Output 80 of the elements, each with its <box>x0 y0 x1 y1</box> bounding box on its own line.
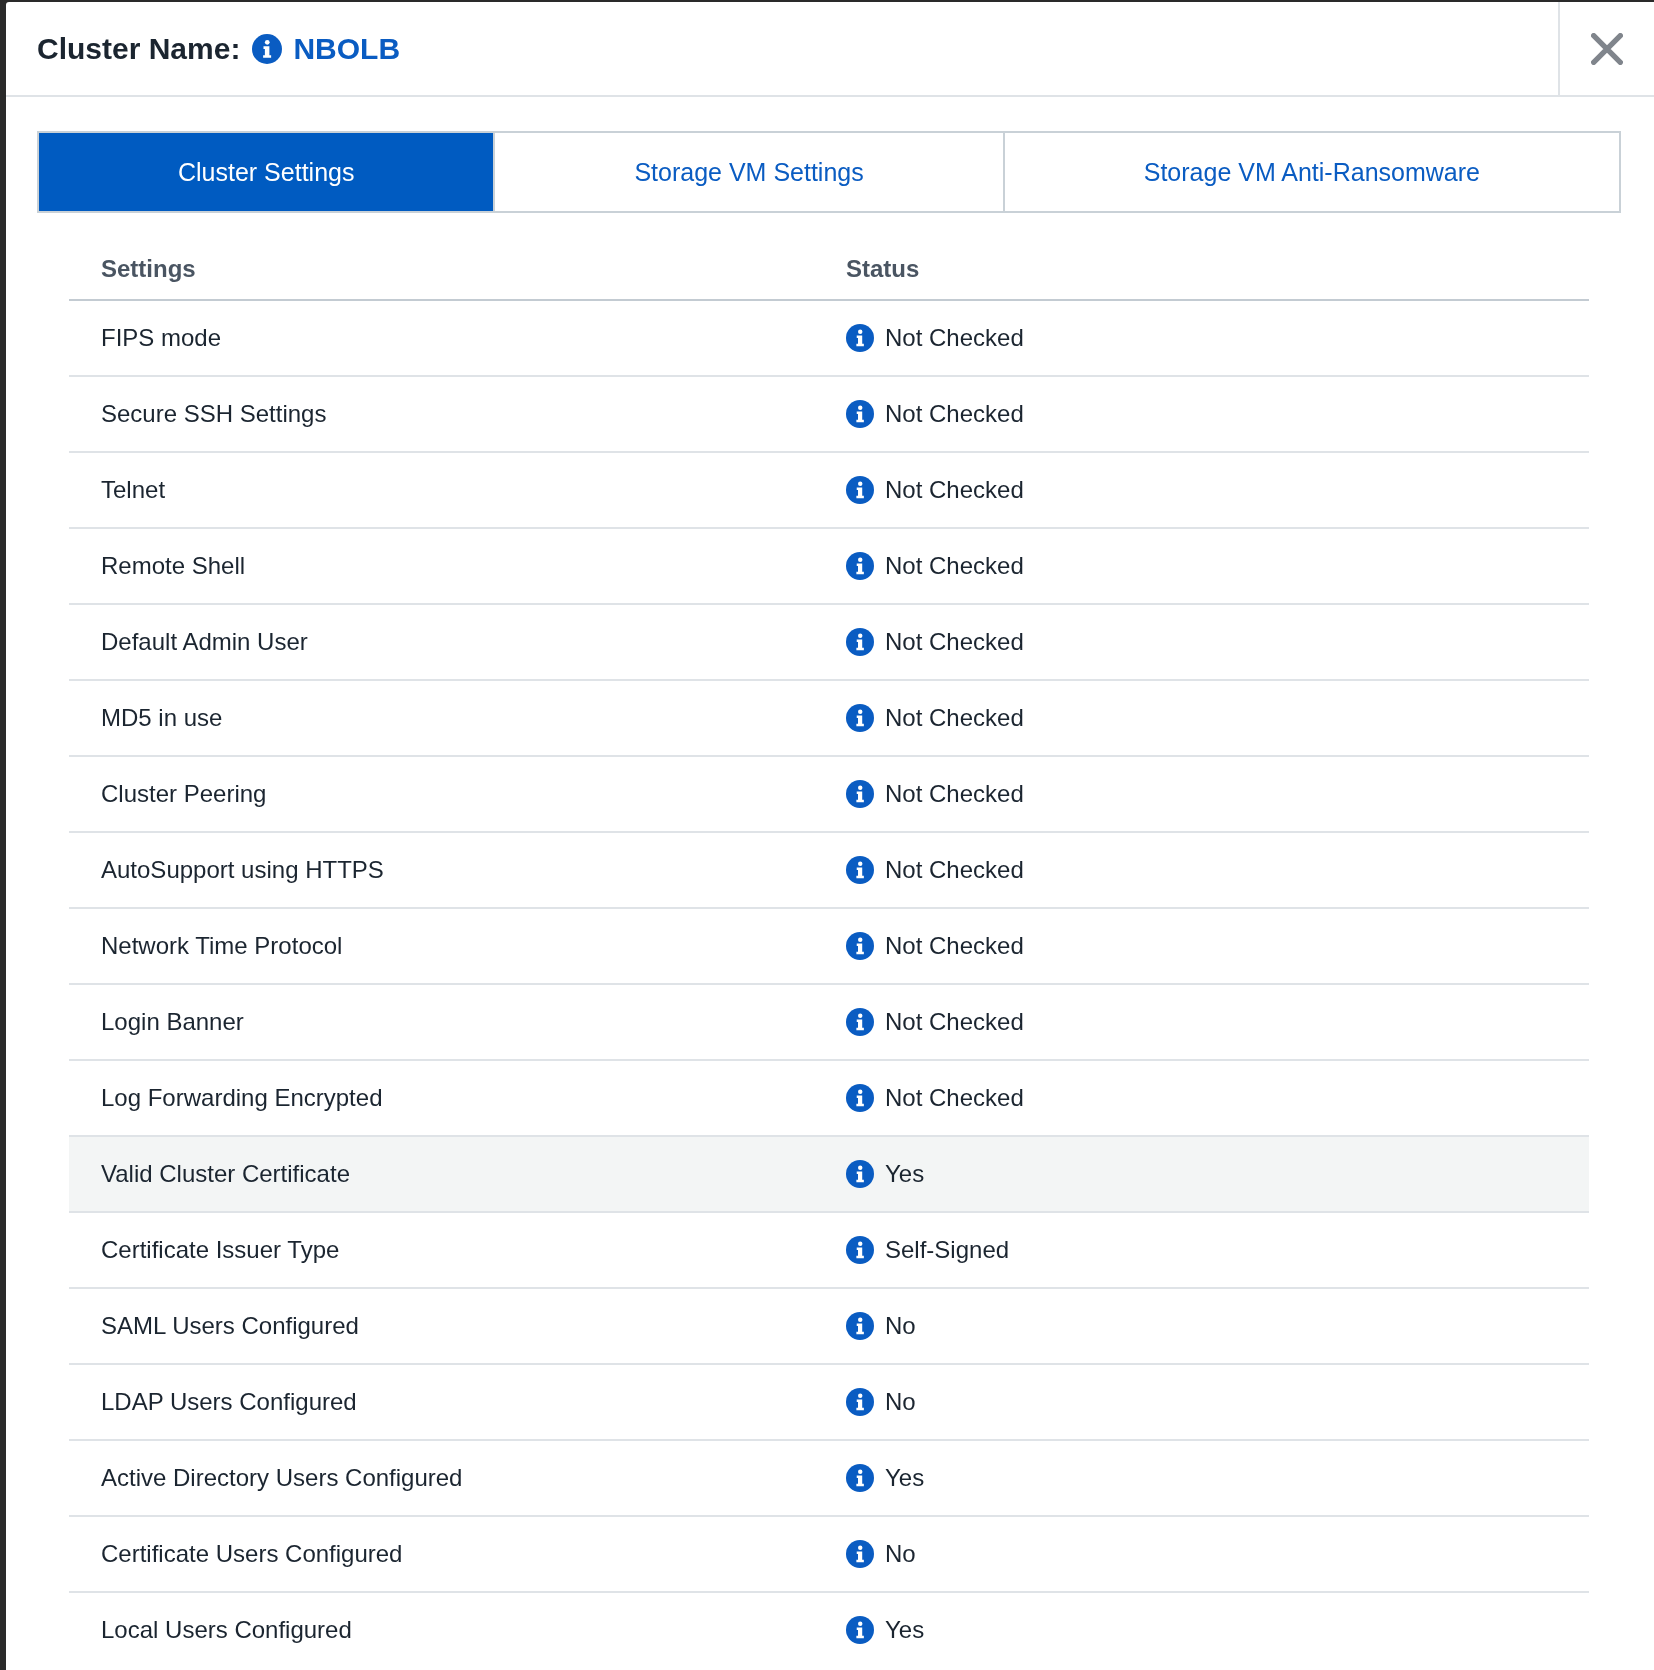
status-value: Yes <box>885 1615 925 1645</box>
setting-name: Login Banner <box>101 1008 244 1035</box>
table-row[interactable]: Default Admin User Not Checked <box>69 605 1589 681</box>
tab[interactable]: Storage VM Settings <box>495 131 1005 213</box>
dialog-title: Cluster Name: <box>37 31 241 66</box>
setting-name: Certificate Users Configured <box>101 1540 403 1567</box>
table-row[interactable]: Secure SSH Settings Not Checked <box>69 377 1589 453</box>
info-icon[interactable] <box>846 932 874 960</box>
setting-name: Local Users Configured <box>101 1616 352 1643</box>
table-row[interactable]: LDAP Users Configured No <box>69 1365 1589 1441</box>
status-value: No <box>885 1311 916 1341</box>
setting-name: Remote Shell <box>101 552 246 579</box>
status-value: Not Checked <box>885 323 1024 353</box>
status-value: Not Checked <box>885 855 1024 885</box>
info-icon[interactable] <box>846 1084 874 1112</box>
info-icon[interactable] <box>846 856 874 884</box>
table-row[interactable]: MD5 in use Not Checked <box>69 681 1589 757</box>
status-value: Yes <box>885 1463 925 1493</box>
info-icon[interactable] <box>846 552 874 580</box>
cluster-name-link[interactable]: NBOLB <box>293 31 401 66</box>
status-value: Not Checked <box>885 779 1024 809</box>
table-row[interactable]: Certificate Users Configured No <box>69 1517 1589 1593</box>
table-row[interactable]: Network Time Protocol Not Checked <box>69 909 1589 985</box>
status-value: Yes <box>885 1159 925 1189</box>
table-row[interactable]: AutoSupport using HTTPS Not Checked <box>69 833 1589 909</box>
info-icon[interactable] <box>846 1236 874 1264</box>
info-icon[interactable] <box>846 1540 874 1568</box>
info-icon[interactable] <box>846 1616 874 1644</box>
info-icon[interactable] <box>846 628 874 656</box>
status-value: Not Checked <box>885 1083 1024 1113</box>
table-row[interactable]: Remote Shell Not Checked <box>69 529 1589 605</box>
info-icon[interactable] <box>846 780 874 808</box>
status-value: Not Checked <box>885 703 1024 733</box>
status-value: Not Checked <box>885 931 1024 961</box>
table-row[interactable]: Cluster Peering Not Checked <box>69 757 1589 833</box>
setting-name: Valid Cluster Certificate <box>101 1160 350 1187</box>
info-icon[interactable] <box>846 324 874 352</box>
info-icon[interactable] <box>846 1464 874 1492</box>
info-icon[interactable] <box>846 1388 874 1416</box>
info-icon[interactable] <box>846 1312 874 1340</box>
setting-name: Default Admin User <box>101 628 308 655</box>
column-header: Status <box>846 255 920 282</box>
setting-name: Log Forwarding Encrypted <box>101 1084 383 1111</box>
setting-name: FIPS mode <box>101 324 222 351</box>
column-header: Settings <box>101 255 196 282</box>
status-value: Self-Signed <box>885 1235 1010 1265</box>
table-row[interactable]: SAML Users Configured No <box>69 1289 1589 1365</box>
setting-name: MD5 in use <box>101 704 223 731</box>
status-value: Not Checked <box>885 627 1024 657</box>
table-row[interactable]: Certificate Issuer Type Self-Signed <box>69 1213 1589 1289</box>
table-row[interactable]: Local Users Configured Yes <box>69 1593 1589 1646</box>
tab[interactable]: Storage VM Anti-Ransomware <box>1004 131 1621 213</box>
table-row[interactable]: FIPS mode Not Checked <box>69 301 1589 377</box>
info-icon[interactable] <box>846 1008 874 1036</box>
status-value: No <box>885 1539 916 1569</box>
setting-name: Active Directory Users Configured <box>101 1464 463 1491</box>
setting-name: Cluster Peering <box>101 780 267 807</box>
setting-name: Certificate Issuer Type <box>101 1236 340 1263</box>
setting-name: SAML Users Configured <box>101 1312 359 1339</box>
info-icon[interactable] <box>846 476 874 504</box>
setting-name: AutoSupport using HTTPS <box>101 856 384 883</box>
status-value: Not Checked <box>885 1007 1024 1037</box>
setting-name: Network Time Protocol <box>101 932 343 959</box>
info-icon[interactable] <box>252 33 283 64</box>
status-value: No <box>885 1387 916 1417</box>
status-value: Not Checked <box>885 475 1024 505</box>
table-row[interactable]: Active Directory Users Configured Yes <box>69 1441 1589 1517</box>
table-row[interactable]: Valid Cluster Certificate Yes <box>69 1137 1589 1213</box>
status-value: Not Checked <box>885 551 1024 581</box>
tab[interactable]: Cluster Settings <box>37 131 496 213</box>
info-icon[interactable] <box>846 1160 874 1188</box>
close-icon <box>1591 32 1623 65</box>
setting-name: Telnet <box>101 476 166 503</box>
info-icon[interactable] <box>846 704 874 732</box>
table-row[interactable]: Login Banner Not Checked <box>69 985 1589 1061</box>
setting-name: LDAP Users Configured <box>101 1388 357 1415</box>
table-row[interactable]: Telnet Not Checked <box>69 453 1589 529</box>
setting-name: Secure SSH Settings <box>101 400 327 427</box>
info-icon[interactable] <box>846 400 874 428</box>
status-value: Not Checked <box>885 399 1024 429</box>
